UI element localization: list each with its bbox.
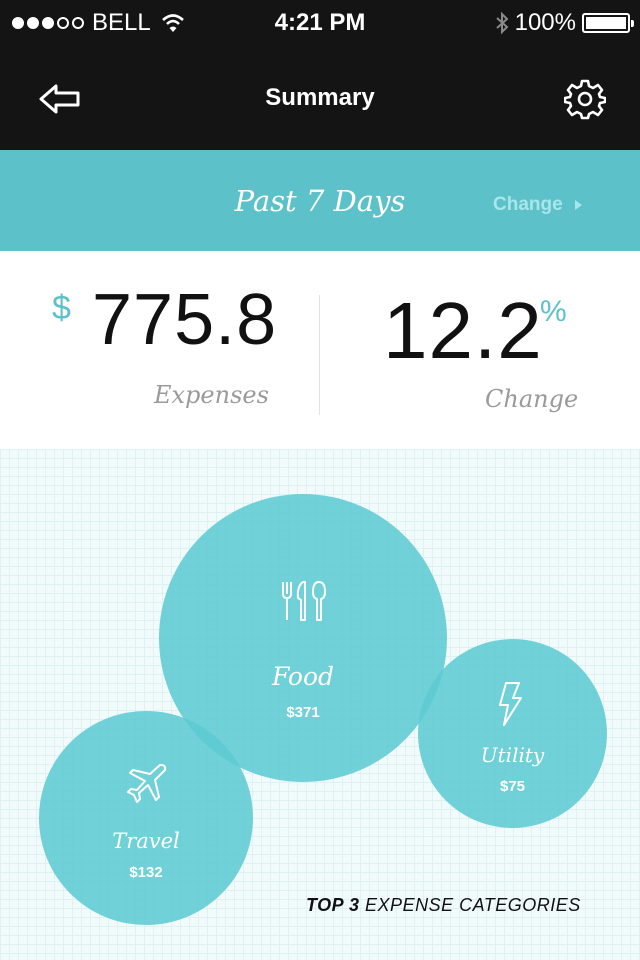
category-bubble-food[interactable]: Food $371 [159, 494, 447, 782]
category-amount: $132 [129, 864, 163, 881]
change-value: 12.2 [383, 286, 543, 375]
metrics-divider [319, 295, 320, 415]
gear-icon [563, 79, 607, 120]
settings-button[interactable] [563, 78, 607, 120]
metrics-panel: $ 775.8 Expenses 12.2 % Change [0, 251, 640, 449]
airplane-icon [127, 764, 167, 803]
status-bar: BELL 4:21 PM 100% [0, 0, 640, 48]
currency-symbol: $ [52, 289, 71, 327]
chevron-right-icon [574, 200, 582, 210]
navigation-bar: Summary [0, 48, 640, 150]
lightning-icon [499, 682, 522, 726]
category-name: Travel [112, 829, 180, 853]
chart-caption: TOP 3 EXPENSE CATEGORIES [306, 895, 581, 916]
utensils-icon [282, 581, 326, 621]
category-amount: $371 [286, 704, 320, 721]
page-title: Summary [265, 84, 375, 111]
change-period-button[interactable]: Change [493, 194, 582, 216]
period-banner: Past 7 Days Change [0, 150, 640, 251]
expenses-value: 775.8 [92, 280, 278, 360]
status-right: 100% [495, 9, 634, 37]
percent-symbol: % [540, 295, 567, 328]
expenses-label: Expenses [154, 381, 269, 409]
battery-percent: 100% [514, 9, 576, 36]
category-amount: $75 [499, 778, 526, 795]
category-bubble-utility[interactable]: Utility $75 [418, 639, 607, 828]
change-period-label: Change [493, 194, 563, 215]
category-name: Food [271, 662, 335, 691]
caption-bold: TOP 3 [306, 895, 360, 915]
category-name: Utility [480, 743, 545, 767]
battery-icon [582, 13, 634, 33]
change-label: Change [485, 385, 579, 413]
caption-rest: EXPENSE CATEGORIES [365, 895, 581, 915]
bluetooth-icon [495, 11, 509, 35]
